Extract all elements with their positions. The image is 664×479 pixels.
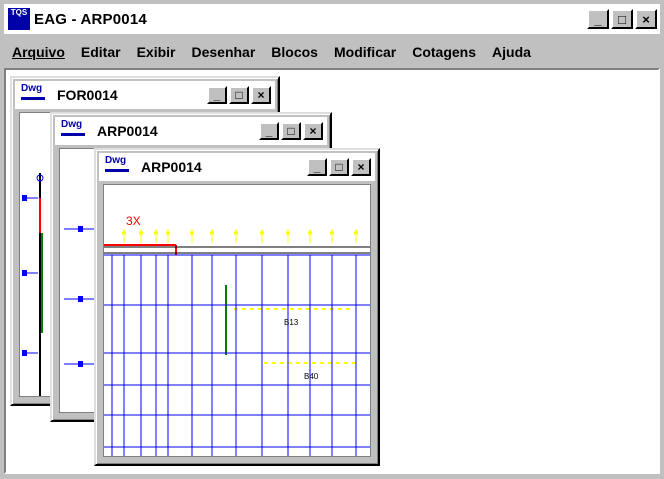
tqs-logo-icon: TQS <box>8 8 30 30</box>
minimize-button[interactable]: _ <box>307 158 327 176</box>
close-button[interactable]: × <box>251 86 271 104</box>
child-title: ARP0014 <box>97 123 158 139</box>
dwg-icon: Dwg <box>103 155 133 179</box>
mdi-client-area: Dwg FOR0014 _ □ × Dwg ARP0014 _ □ × Dwg … <box>4 68 660 474</box>
menu-ajuda[interactable]: Ajuda <box>484 44 539 60</box>
child-title: ARP0014 <box>141 159 202 175</box>
close-button[interactable]: × <box>303 122 323 140</box>
tag-b40: B40 <box>304 372 319 381</box>
minimize-button[interactable]: _ <box>587 9 609 29</box>
menu-arquivo[interactable]: Arquivo <box>4 44 73 60</box>
menu-desenhar[interactable]: Desenhar <box>183 44 263 60</box>
child-window-controls: _ □ × <box>207 86 271 104</box>
app-window-controls: _ □ × <box>587 9 657 29</box>
child-title-bar[interactable]: Dwg ARP0014 _ □ × <box>55 117 327 145</box>
app-title-bar[interactable]: TQS EAG - ARP0014 _ □ × <box>4 4 660 34</box>
child-title: FOR0014 <box>57 87 118 103</box>
drawing-canvas[interactable]: 3X B13 B40 <box>103 184 371 457</box>
menu-blocos[interactable]: Blocos <box>263 44 326 60</box>
close-button[interactable]: × <box>351 158 371 176</box>
close-button[interactable]: × <box>635 9 657 29</box>
child-title-bar[interactable]: Dwg FOR0014 _ □ × <box>15 81 275 109</box>
tag-b13: B13 <box>284 318 299 327</box>
menu-editar[interactable]: Editar <box>73 44 129 60</box>
minimize-button[interactable]: _ <box>207 86 227 104</box>
menu-modificar[interactable]: Modificar <box>326 44 404 60</box>
maximize-button[interactable]: □ <box>281 122 301 140</box>
menu-bar: Arquivo Editar Exibir Desenhar Blocos Mo… <box>4 38 660 66</box>
menu-cotagens[interactable]: Cotagens <box>404 44 484 60</box>
label-3x: 3X <box>126 214 141 228</box>
app-title: EAG - ARP0014 <box>34 10 147 28</box>
dwg-icon: Dwg <box>19 83 49 107</box>
minimize-button[interactable]: _ <box>259 122 279 140</box>
drawing-window-arp0014-front[interactable]: Dwg ARP0014 _ □ × 3X B13 B40 <box>94 148 380 466</box>
dwg-icon: Dwg <box>59 119 89 143</box>
child-window-controls: _ □ × <box>259 122 323 140</box>
maximize-button[interactable]: □ <box>611 9 633 29</box>
app-window: TQS EAG - ARP0014 _ □ × Arquivo Editar E… <box>0 0 664 479</box>
child-title-bar[interactable]: Dwg ARP0014 _ □ × <box>99 153 375 181</box>
maximize-button[interactable]: □ <box>229 86 249 104</box>
maximize-button[interactable]: □ <box>329 158 349 176</box>
drawing-grid: 3X B13 B40 <box>104 214 370 456</box>
menu-exibir[interactable]: Exibir <box>129 44 184 60</box>
child-window-controls: _ □ × <box>307 158 371 176</box>
